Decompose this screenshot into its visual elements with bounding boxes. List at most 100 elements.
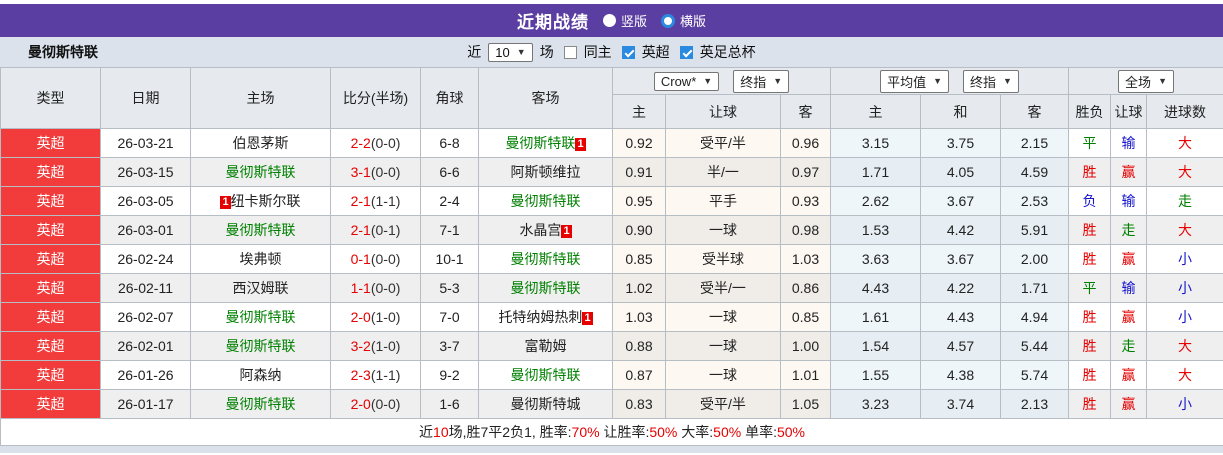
score-cell: 2-3(1-1)	[330, 360, 421, 390]
red-card-badge: 1	[561, 225, 572, 238]
euro-away-odds-cell: 1.71	[1000, 273, 1069, 303]
red-card-badge: 1	[582, 312, 593, 325]
facup-checkbox[interactable]	[679, 45, 693, 59]
asian-home-odds-cell: 0.90	[612, 215, 666, 245]
home-team-cell: 西汉姆联	[190, 273, 331, 303]
euro-away-odds-cell: 2.15	[1000, 128, 1069, 158]
score-cell: 2-1(1-1)	[330, 186, 421, 216]
goals-over-under-cell: 大	[1145, 360, 1223, 390]
same-home-label: 同主	[583, 44, 612, 60]
goals-over-under-cell: 大	[1145, 128, 1223, 158]
summary-segment: 70%	[571, 424, 600, 440]
recent-label: 近	[467, 44, 482, 60]
handicap-result-cell: 输	[1110, 186, 1147, 216]
euro-home-odds-cell: 3.63	[830, 244, 921, 274]
away-team-cell: 托特纳姆热刺 1	[478, 302, 613, 332]
filter-bar: 曼彻斯特联 近 10 ▼ 场 同主 英超 英足总杯	[0, 37, 1223, 67]
corners-cell: 3-7	[420, 331, 479, 361]
handicap-result-cell: 赢	[1110, 389, 1147, 419]
euro-away-odds-cell: 2.13	[1000, 389, 1069, 419]
radio-selected-icon[interactable]	[661, 13, 675, 28]
column-sub-header: 客	[780, 94, 831, 129]
facup-label: 英足总杯	[699, 44, 756, 60]
euro-away-odds-cell: 4.94	[1000, 302, 1069, 332]
score-cell: 3-1(0-0)	[330, 157, 421, 187]
euro-draw-odds-cell: 4.05	[920, 157, 1001, 187]
date-cell: 26-01-17	[100, 389, 191, 419]
asian-away-odds-cell: 1.00	[780, 331, 831, 361]
asian-home-odds-cell: 0.95	[612, 186, 666, 216]
home-team-cell: 曼彻斯特联	[190, 331, 331, 361]
date-cell: 26-02-07	[100, 302, 191, 332]
asian-home-odds-cell: 0.91	[612, 157, 666, 187]
match-type-cell: 英超	[0, 273, 101, 303]
euro-average-select[interactable]: 平均值 ▼	[880, 69, 949, 93]
away-team-cell: 曼彻斯特联	[478, 244, 613, 274]
table-row: 英超 26-02-07 曼彻斯特联 2-0(1-0) 7-0 托特纳姆热刺 1 1.03 一球 0…	[0, 302, 1223, 332]
date-cell: 26-02-01	[100, 331, 191, 361]
goals-over-under-cell: 大	[1145, 331, 1223, 361]
handicap-cell: 受平/半	[665, 389, 781, 419]
euro-draw-odds-cell: 4.57	[920, 331, 1001, 361]
euro-draw-odds-cell: 4.43	[920, 302, 1001, 332]
same-home-checkbox[interactable]	[563, 45, 577, 59]
win-loss-cell: 胜	[1068, 157, 1111, 187]
goals-over-under-cell: 小	[1145, 273, 1223, 303]
match-scope-select[interactable]: 全场 ▼	[1118, 69, 1174, 93]
away-team-cell: 富勒姆	[478, 331, 613, 361]
result-group-header: 全场 ▼	[1067, 67, 1223, 95]
home-team-cell: 伯恩茅斯	[190, 128, 331, 158]
summary-segment: 近	[419, 424, 434, 440]
match-type-cell: 英超	[0, 215, 101, 245]
euro-away-odds-cell: 2.53	[1000, 186, 1069, 216]
match-count-select[interactable]: 10 ▼	[488, 42, 533, 62]
away-team-cell: 曼彻斯特联	[478, 360, 613, 390]
vertical-layout-radio[interactable]: 竖版	[602, 11, 647, 30]
asian-away-odds-cell: 0.93	[780, 186, 831, 216]
euro-final-index-select[interactable]: 终指 ▼	[963, 69, 1019, 93]
odds-source-select[interactable]: Crow* ▼	[653, 71, 720, 91]
euro-home-odds-cell: 1.54	[830, 331, 921, 361]
score-cell: 2-1(0-1)	[330, 215, 421, 245]
column-header-date: 日期	[100, 67, 191, 129]
goals-over-under-cell: 小	[1145, 389, 1223, 419]
asian-home-odds-cell: 0.88	[612, 331, 666, 361]
home-team-cell: 曼彻斯特联	[190, 389, 331, 419]
away-team-cell: 阿斯顿维拉	[478, 157, 613, 187]
asian-home-odds-cell: 1.02	[612, 273, 666, 303]
match-type-cell: 英超	[0, 331, 101, 361]
chevron-down-icon: ▼	[1003, 76, 1012, 86]
column-sub-header: 进球数	[1145, 94, 1223, 129]
euro-home-odds-cell: 4.43	[830, 273, 921, 303]
win-loss-cell: 胜	[1068, 389, 1111, 419]
home-team-cell: 1 纽卡斯尔联	[190, 186, 331, 216]
goals-over-under-cell: 大	[1145, 157, 1223, 187]
bottom-strip	[0, 446, 1223, 453]
win-loss-cell: 胜	[1068, 244, 1111, 274]
date-cell: 26-01-26	[100, 360, 191, 390]
red-card-badge: 1	[575, 138, 586, 151]
win-loss-cell: 负	[1068, 186, 1111, 216]
away-team-cell: 曼彻斯特联	[478, 186, 613, 216]
horizontal-layout-radio[interactable]: 横版	[661, 11, 706, 30]
radio-unselected-icon[interactable]	[602, 14, 616, 27]
matches-label: 场	[539, 44, 554, 60]
home-team-cell: 埃弗顿	[190, 244, 331, 274]
asian-final-index-select[interactable]: 终指 ▼	[733, 69, 790, 93]
handicap-result-cell: 输	[1110, 273, 1147, 303]
asian-home-odds-cell: 0.83	[612, 389, 666, 419]
chevron-down-icon: ▼	[516, 47, 526, 57]
column-header-home: 主场	[190, 67, 331, 129]
column-sub-header: 让球	[1110, 94, 1147, 129]
title-bar: 近期战绩 竖版 横版	[0, 4, 1223, 37]
corners-cell: 2-4	[420, 186, 479, 216]
league-checkbox[interactable]	[621, 45, 635, 59]
euro-draw-odds-cell: 3.67	[920, 186, 1001, 216]
away-team-cell: 曼彻斯特联	[478, 273, 613, 303]
asian-odds-group-header: Crow* ▼ 终指 ▼	[612, 67, 831, 95]
results-table: 类型 日期 主场 比分(半场) 角球 客场 Crow* ▼ 终指 ▼ 平均值 ▼…	[0, 67, 1223, 446]
corners-cell: 6-6	[420, 157, 479, 187]
asian-away-odds-cell: 1.01	[780, 360, 831, 390]
euro-home-odds-cell: 1.71	[830, 157, 921, 187]
handicap-result-cell: 赢	[1110, 360, 1147, 390]
